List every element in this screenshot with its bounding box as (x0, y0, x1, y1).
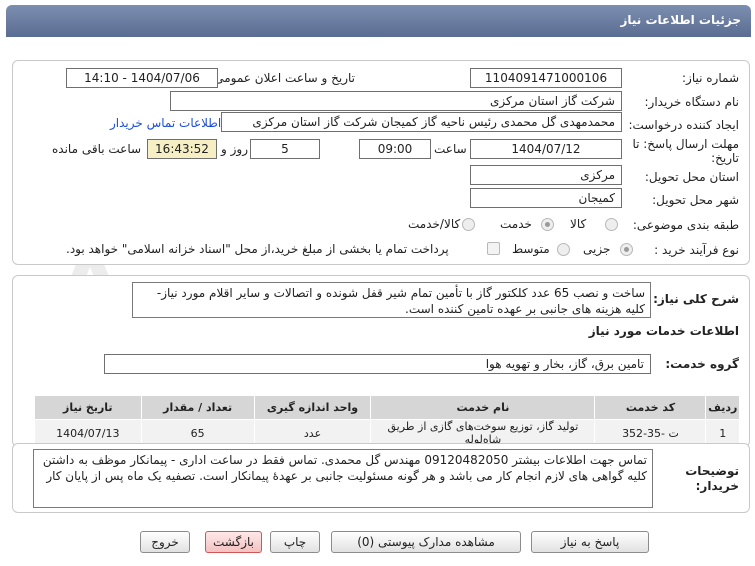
col-qty: تعداد / مقدار (140, 395, 255, 420)
buyer-org-field: شرکت گاز استان مرکزی (170, 91, 622, 111)
services-section-title: اطلاعات خدمات مورد نیاز (588, 324, 739, 338)
buyer-contact-link[interactable]: اطلاعات تماس خریدار (110, 116, 221, 130)
buyer-org-label: نام دستگاه خریدار: (644, 95, 740, 109)
summary-textarea[interactable]: ساخت و نصب 65 عدد کلکتور گاز با تأمین تم… (132, 282, 651, 318)
print-button[interactable]: چاپ (270, 531, 320, 553)
purchase-minor-label: جزیی (583, 242, 611, 256)
col-unit: واحد اندازه گیری (253, 395, 372, 420)
requester-label: ایجاد کننده درخواست: (628, 118, 739, 132)
deadline-time-field: 09:00 (359, 139, 431, 159)
category-both-label: کالا/خدمت (408, 217, 461, 231)
buyer-notes-label-2: خریدار: (695, 479, 739, 493)
col-date: تاریخ نیاز (34, 395, 142, 420)
page-title: جزئیات اطلاعات نیاز (620, 13, 741, 27)
need-number-label: شماره نیاز: (682, 71, 739, 85)
reply-button[interactable]: پاسخ به نیاز (531, 531, 649, 553)
col-code: کد خدمت (594, 395, 707, 420)
treasury-payment-note: پرداخت تمام یا بخشی از مبلغ خرید،از محل … (66, 242, 449, 256)
days-label: روز و (221, 142, 248, 156)
category-service-label: خدمت (500, 217, 532, 231)
province-field: مرکزی (470, 165, 622, 185)
col-name: نام خدمت (370, 395, 596, 420)
announce-date-field: 1404/07/06 - 14:10 (66, 68, 218, 88)
exit-button[interactable]: خروج (140, 531, 190, 553)
back-button[interactable]: بازگشت (205, 531, 262, 553)
days-remaining-field: 5 (250, 139, 320, 159)
category-both-radio[interactable] (462, 218, 475, 231)
services-table-wrapper: ردیف کد خدمت نام خدمت واحد اندازه گیری ت… (34, 395, 740, 447)
need-number-field: 1104091471000106 (470, 68, 622, 88)
city-field: کمیجان (470, 188, 622, 208)
remaining-label: ساعت باقی مانده (52, 142, 142, 156)
service-group-label: گروه خدمت: (665, 357, 739, 371)
purchase-medium-radio[interactable] (557, 243, 570, 256)
col-row: ردیف (705, 395, 740, 420)
services-table: ردیف کد خدمت نام خدمت واحد اندازه گیری ت… (34, 395, 740, 447)
service-group-field: تامین برق، گاز، بخار و تهویه هوا (104, 354, 651, 374)
attachments-button[interactable]: مشاهده مدارک پیوستی (0) (331, 531, 521, 553)
city-label: شهر محل تحویل: (652, 193, 739, 207)
buyer-notes-label: توضیحات (685, 464, 739, 478)
treasury-payment-checkbox[interactable] (487, 242, 500, 255)
purchase-medium-label: متوسط (512, 242, 550, 256)
category-goods-label: کالا (570, 217, 587, 231)
category-service-radio[interactable] (541, 218, 554, 231)
summary-label: شرح کلی نیاز: (653, 292, 739, 306)
deadline-date-label: تاریخ: (711, 151, 739, 165)
province-label: استان محل تحویل: (644, 170, 739, 184)
deadline-time-label: ساعت (434, 142, 467, 156)
purchase-minor-radio[interactable] (620, 243, 633, 256)
deadline-label: مهلت ارسال پاسخ: تا (632, 137, 739, 151)
category-label: طبقه بندی موضوعی: (632, 218, 739, 232)
buyer-notes-textarea[interactable]: تماس جهت اطلاعات بیشتر 09120482050 مهندس… (33, 449, 653, 508)
announce-date-label: تاریخ و ساعت اعلان عمومی: (210, 71, 355, 85)
category-goods-radio[interactable] (605, 218, 618, 231)
remaining-time-field: 16:43:52 (147, 139, 217, 159)
requester-field: محمدمهدی گل محمدی رئیس ناحیه گاز کمیجان … (221, 112, 622, 132)
deadline-date-field: 1404/07/12 (470, 139, 622, 159)
purchase-type-label: نوع فرآیند خرید : (654, 243, 739, 257)
